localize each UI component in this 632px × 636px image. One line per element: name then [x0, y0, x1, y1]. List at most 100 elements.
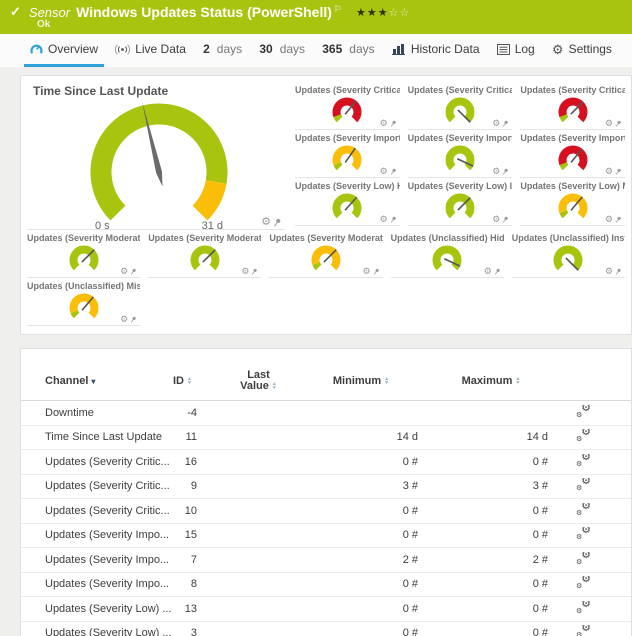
- pin-icon[interactable]: [494, 268, 501, 276]
- pin-icon[interactable]: [502, 168, 509, 176]
- gear-icon[interactable]: ⚙: [380, 215, 388, 224]
- tab-log[interactable]: Log: [491, 34, 541, 67]
- channel-settings-icon[interactable]: ⚙⚙: [576, 527, 591, 540]
- gear-icon[interactable]: ⚙: [120, 267, 128, 276]
- pin-icon[interactable]: [390, 120, 397, 128]
- gear-icon[interactable]: ⚙: [492, 119, 500, 128]
- gear-icon[interactable]: ⚙: [363, 267, 371, 276]
- gear-icon[interactable]: ⚙: [492, 167, 500, 176]
- gear-icon[interactable]: ⚙: [605, 119, 613, 128]
- gauge-cell[interactable]: Updates (Unclassified) Hidden⚙: [391, 230, 504, 278]
- channel-gauge[interactable]: [551, 191, 595, 221]
- gear-icon[interactable]: ⚙: [380, 167, 388, 176]
- tab-live-data[interactable]: Live Data: [109, 34, 192, 67]
- channel-gauge[interactable]: [551, 95, 595, 125]
- gear-icon[interactable]: ⚙: [605, 267, 613, 276]
- gauge-cell[interactable]: Updates (Severity Critical) Ins... ⚙: [408, 82, 513, 130]
- tab-30-days[interactable]: 30 days: [253, 34, 311, 67]
- channel-gauge[interactable]: [325, 143, 369, 173]
- gear-icon[interactable]: ⚙: [484, 267, 492, 276]
- pin-icon[interactable]: [130, 316, 137, 324]
- col-header-minimum[interactable]: Minimum▲▼: [296, 375, 426, 387]
- stars-empty[interactable]: ☆☆: [389, 7, 411, 19]
- pin-icon[interactable]: [373, 268, 380, 276]
- gear-icon[interactable]: ⚙: [605, 215, 613, 224]
- pin-icon[interactable]: [615, 120, 622, 128]
- channel-settings-icon[interactable]: ⚙⚙: [576, 625, 591, 636]
- gauge-cell[interactable]: Updates (Severity Moderate) ...⚙: [27, 230, 140, 278]
- channel-gauge[interactable]: [546, 243, 590, 273]
- gauge-cell[interactable]: Updates (Severity Low) Install...⚙: [408, 178, 513, 226]
- table-row: Updates (Severity Impo...150 #0 #⚙⚙: [21, 524, 631, 549]
- gear-icon[interactable]: ⚙: [380, 119, 388, 128]
- channel-gauge[interactable]: [425, 243, 469, 273]
- gauge-cell[interactable]: Updates (Severity Low) Missi...⚙: [520, 178, 625, 226]
- gear-icon[interactable]: ⚙: [492, 215, 500, 224]
- pin-icon[interactable]: [615, 268, 622, 276]
- time-since-last-update-gauge[interactable]: [71, 94, 247, 234]
- gear-icon[interactable]: ⚙: [241, 267, 249, 276]
- channel-settings-icon[interactable]: ⚙⚙: [576, 478, 591, 491]
- gear-icon[interactable]: ⚙: [120, 315, 128, 324]
- object-kind-label: Sensor: [29, 5, 70, 20]
- gauge-cell[interactable]: Updates (Severity Low) Hidden⚙: [295, 178, 400, 226]
- tab-overview[interactable]: Overview: [24, 34, 104, 67]
- gear-icon[interactable]: ⚙: [261, 217, 271, 228]
- gauge-cell[interactable]: Updates (Unclassified) Missing⚙: [27, 278, 140, 326]
- sorted-desc-icon[interactable]: ▾: [91, 377, 95, 386]
- tab-365-days[interactable]: 365 days: [316, 34, 380, 67]
- tab-settings[interactable]: ⚙ Settings: [546, 34, 618, 67]
- priority-stars[interactable]: ★★★☆☆: [356, 6, 410, 19]
- channel-id: 13: [173, 603, 221, 615]
- pin-icon[interactable]: [615, 168, 622, 176]
- channel-gauge[interactable]: [325, 191, 369, 221]
- col-header-maximum[interactable]: Maximum▲▼: [426, 375, 556, 387]
- channel-gauge[interactable]: [304, 243, 348, 273]
- pin-icon[interactable]: [615, 216, 622, 224]
- pin-icon[interactable]: [273, 218, 282, 228]
- pin-icon[interactable]: [130, 268, 137, 276]
- main-gauge-cell[interactable]: Time Since Last Update 0 s 31 d ⚙: [27, 82, 285, 230]
- channel-gauge[interactable]: [62, 243, 106, 273]
- gauge-cell[interactable]: Updates (Unclassified) Install...⚙: [512, 230, 625, 278]
- gauge-cell[interactable]: Updates (Severity Important) ...⚙: [295, 130, 400, 178]
- channel-settings-icon[interactable]: ⚙⚙: [576, 405, 591, 418]
- channel-gauge[interactable]: [438, 95, 482, 125]
- flag-icon[interactable]: ⚐: [334, 4, 342, 15]
- pin-icon[interactable]: [502, 120, 509, 128]
- table-row: Updates (Severity Impo...72 #2 #⚙⚙: [21, 548, 631, 573]
- tab-label: Log: [515, 42, 535, 56]
- channel-gauge[interactable]: [551, 143, 595, 173]
- channel-gauge[interactable]: [438, 143, 482, 173]
- gauge-title: Updates (Severity Critical) Ins...: [408, 85, 513, 95]
- col-header-last-value[interactable]: Last Value▲▼: [221, 370, 296, 392]
- channel-gauge[interactable]: [438, 191, 482, 221]
- tab-historic-data[interactable]: Historic Data: [386, 34, 486, 67]
- col-header-channel[interactable]: Channel▾: [45, 375, 173, 387]
- gauge-cell[interactable]: Updates (Severity Critical) Mi...⚙: [520, 82, 625, 130]
- channel-maximum: 0 #: [426, 529, 556, 541]
- channel-settings-icon[interactable]: ⚙⚙: [576, 454, 591, 467]
- channel-settings-icon[interactable]: ⚙⚙: [576, 601, 591, 614]
- channel-settings-icon[interactable]: ⚙⚙: [576, 552, 591, 565]
- channel-settings-icon[interactable]: ⚙⚙: [576, 429, 591, 442]
- channel-gauge[interactable]: [183, 243, 227, 273]
- tab-2-days[interactable]: 2 days: [197, 34, 248, 67]
- gauge-cell[interactable]: Updates (Severity Moderate)...⚙: [269, 230, 382, 278]
- pin-icon[interactable]: [390, 168, 397, 176]
- pin-icon[interactable]: [390, 216, 397, 224]
- gauge-cell[interactable]: Updates (Severity Important) ...⚙: [520, 130, 625, 178]
- pin-icon[interactable]: [251, 268, 258, 276]
- stars-filled[interactable]: ★★★: [356, 7, 389, 19]
- channel-settings-icon[interactable]: ⚙⚙: [576, 576, 591, 589]
- pin-icon[interactable]: [502, 216, 509, 224]
- gauge-cell[interactable]: Updates (Severity Moderate) I...⚙: [148, 230, 261, 278]
- channel-gauge[interactable]: [325, 95, 369, 125]
- gauge-cell[interactable]: Updates (Severity Important) ...⚙: [408, 130, 513, 178]
- gauge-cell[interactable]: Updates (Severity Critical) Hi...⚙: [295, 82, 400, 130]
- channel-settings-icon[interactable]: ⚙⚙: [576, 503, 591, 516]
- channel-maximum: 2 #: [426, 554, 556, 566]
- col-header-id[interactable]: ID▲▼: [173, 375, 221, 387]
- channel-gauge[interactable]: [62, 291, 106, 321]
- gear-icon[interactable]: ⚙: [605, 167, 613, 176]
